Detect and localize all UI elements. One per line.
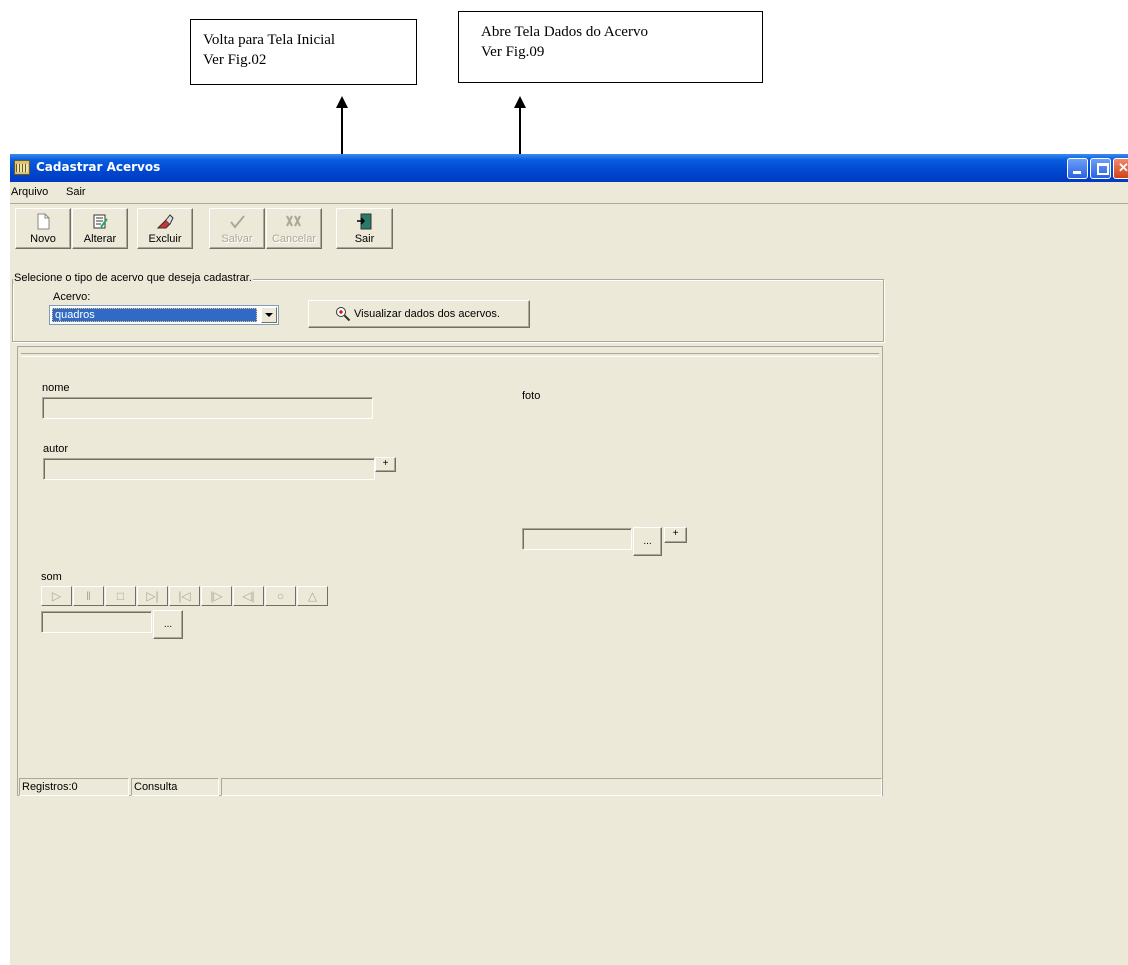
- menu-arquivo[interactable]: Arquivo: [11, 186, 48, 198]
- excluir-label: Excluir: [148, 233, 182, 245]
- toolbar-divider: [10, 203, 1128, 204]
- restore-button[interactable]: [1090, 158, 1111, 179]
- autor-label: autor: [43, 443, 69, 455]
- edit-document-icon: [93, 214, 108, 229]
- step-back-icon[interactable]: ◁|: [233, 586, 264, 606]
- record-icon[interactable]: ○: [265, 586, 296, 606]
- sair-button[interactable]: Sair: [336, 208, 393, 249]
- checkmark-icon: [230, 215, 245, 229]
- cancel-icon: [286, 215, 301, 227]
- alterar-button[interactable]: Alterar: [72, 208, 128, 249]
- som-path-field[interactable]: [41, 611, 152, 633]
- group-caption: Selecione o tipo de acervo que deseja ca…: [13, 272, 253, 284]
- eraser-icon: [156, 214, 174, 229]
- excluir-button[interactable]: Excluir: [137, 208, 193, 249]
- chevron-down-icon[interactable]: [261, 307, 277, 323]
- cancelar-button[interactable]: Cancelar: [266, 208, 322, 249]
- next-track-icon[interactable]: ▷|: [137, 586, 168, 606]
- view-acervos-button[interactable]: Visualizar dados dos acervos.: [308, 300, 530, 328]
- exit-door-icon: [356, 213, 371, 230]
- status-mode: Consulta: [131, 778, 219, 796]
- title-bar[interactable]: Cadastrar Acervos: [10, 154, 1128, 182]
- new-document-icon: [37, 213, 50, 230]
- menu-sair[interactable]: Sair: [66, 186, 86, 198]
- novo-label: Novo: [30, 233, 56, 245]
- alterar-label: Alterar: [83, 233, 117, 245]
- panel-divider: [21, 353, 879, 357]
- acervo-label: Acervo:: [53, 291, 91, 303]
- som-browse-button[interactable]: ...: [153, 610, 183, 639]
- autor-field[interactable]: [43, 458, 375, 480]
- salvar-label: Salvar: [221, 233, 253, 245]
- window-title: Cadastrar Acervos: [36, 160, 161, 174]
- pause-icon[interactable]: ‖: [73, 586, 104, 606]
- foto-label: foto: [522, 390, 541, 402]
- app-window: Cadastrar Acervos Arquivo Sair Novo Alte…: [10, 154, 1128, 965]
- minimize-button[interactable]: [1067, 158, 1088, 179]
- callout-line-1: Volta para Tela Inicial: [203, 32, 336, 48]
- add-foto-button[interactable]: +: [664, 527, 687, 543]
- eject-icon[interactable]: △: [297, 586, 328, 606]
- close-button[interactable]: [1113, 158, 1128, 179]
- previous-track-icon[interactable]: |◁: [169, 586, 200, 606]
- foto-browse-button[interactable]: ...: [633, 527, 662, 556]
- callout-line-2: Ver Fig.02: [203, 52, 267, 68]
- callout-line-2: Ver Fig.09: [481, 44, 545, 60]
- nome-field[interactable]: [42, 397, 373, 419]
- foto-path-field[interactable]: [522, 528, 632, 550]
- salvar-button[interactable]: Salvar: [209, 208, 265, 249]
- step-forward-icon[interactable]: |▷: [201, 586, 232, 606]
- status-message: [221, 778, 882, 796]
- zoom-in-icon: [336, 307, 351, 322]
- play-icon[interactable]: ▷: [41, 586, 72, 606]
- acervo-dropdown[interactable]: quadros: [49, 305, 279, 325]
- acervo-selected-value: quadros: [52, 308, 257, 322]
- callout-open-acervo-data: Abre Tela Dados do Acervo Ver Fig.09: [458, 11, 763, 83]
- add-autor-button[interactable]: +: [375, 457, 396, 472]
- museum-icon: [14, 160, 30, 175]
- callout-line-1: Abre Tela Dados do Acervo: [481, 24, 648, 40]
- status-records: Registros:0: [19, 778, 129, 796]
- stop-icon[interactable]: □: [105, 586, 136, 606]
- sair-label: Sair: [354, 233, 375, 245]
- novo-button[interactable]: Novo: [15, 208, 71, 249]
- som-label: som: [41, 571, 62, 583]
- callout-back-to-home: Volta para Tela Inicial Ver Fig.02: [190, 19, 417, 85]
- cancelar-label: Cancelar: [271, 233, 317, 245]
- nome-label: nome: [42, 382, 70, 394]
- view-acervos-label: Visualizar dados dos acervos.: [354, 308, 500, 320]
